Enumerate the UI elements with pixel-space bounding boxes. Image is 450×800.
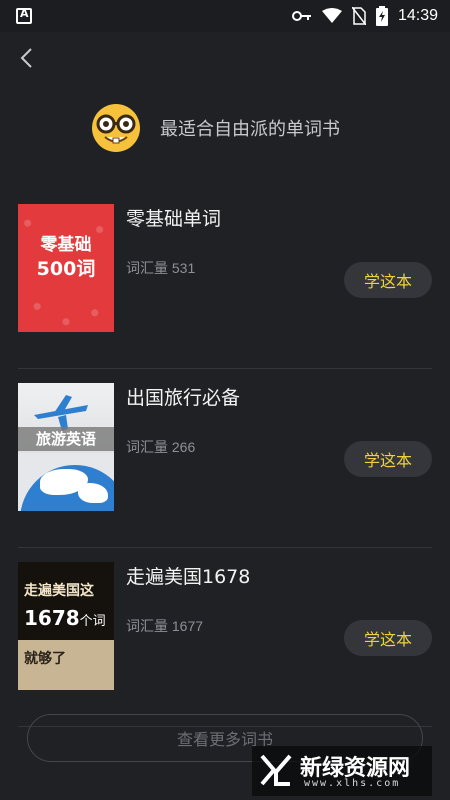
book-cover: 零基础 500词 xyxy=(18,204,114,332)
watermark-url: www.xlhs.com xyxy=(304,778,401,789)
page-header: 最适合自由派的单词书 xyxy=(90,100,390,156)
book-title: 零基础单词 xyxy=(126,208,222,230)
book-cover: 旅游英语 xyxy=(18,383,114,511)
cover-number: 1678个词 xyxy=(24,606,106,630)
status-icons: 14:39 xyxy=(291,6,438,26)
wifi-icon xyxy=(321,8,342,23)
book-item[interactable]: 走遍美国这 1678个词 就够了 走遍美国1678 词汇量 1677 学这本 xyxy=(18,548,432,727)
status-time: 14:39 xyxy=(397,7,438,24)
watermark: 新绿资源网 www.xlhs.com xyxy=(252,746,432,796)
learn-this-button[interactable]: 学这本 xyxy=(344,262,432,298)
back-arrow-icon xyxy=(20,48,32,68)
learn-this-button[interactable]: 学这本 xyxy=(344,441,432,477)
status-bar: 14:39 xyxy=(0,0,450,32)
learn-this-button[interactable]: 学这本 xyxy=(344,620,432,656)
cover-subtitle: 500词 xyxy=(36,258,96,280)
battery-charging-icon xyxy=(375,6,388,26)
cover-title: 零基础 xyxy=(40,235,92,255)
page-title: 最适合自由派的单词书 xyxy=(160,119,340,140)
no-sim-icon xyxy=(351,7,366,25)
book-word-count: 词汇量 1677 xyxy=(126,618,204,634)
watermark-logo-icon xyxy=(260,754,292,786)
nerd-face-emoji-icon xyxy=(92,104,140,152)
book-item[interactable]: 旅游英语 出国旅行必备 词汇量 266 学这本 xyxy=(18,369,432,548)
book-cover: 走遍美国这 1678个词 就够了 xyxy=(18,562,114,690)
cover-subtitle: 就够了 xyxy=(24,651,66,667)
book-list: 零基础 500词 零基础单词 词汇量 531 学这本 旅游英语 出国旅行必备 词… xyxy=(18,190,432,727)
book-word-count: 词汇量 531 xyxy=(126,260,196,276)
back-button[interactable] xyxy=(12,44,40,72)
app-notification-icon xyxy=(16,7,32,24)
book-title: 走遍美国1678 xyxy=(126,566,251,588)
cover-title: 旅游英语 xyxy=(18,427,114,451)
book-item[interactable]: 零基础 500词 零基础单词 词汇量 531 学这本 xyxy=(18,190,432,369)
key-icon xyxy=(291,11,311,21)
cover-title: 走遍美国这 xyxy=(24,583,94,599)
book-title: 出国旅行必备 xyxy=(126,387,241,409)
book-word-count: 词汇量 266 xyxy=(126,439,196,455)
